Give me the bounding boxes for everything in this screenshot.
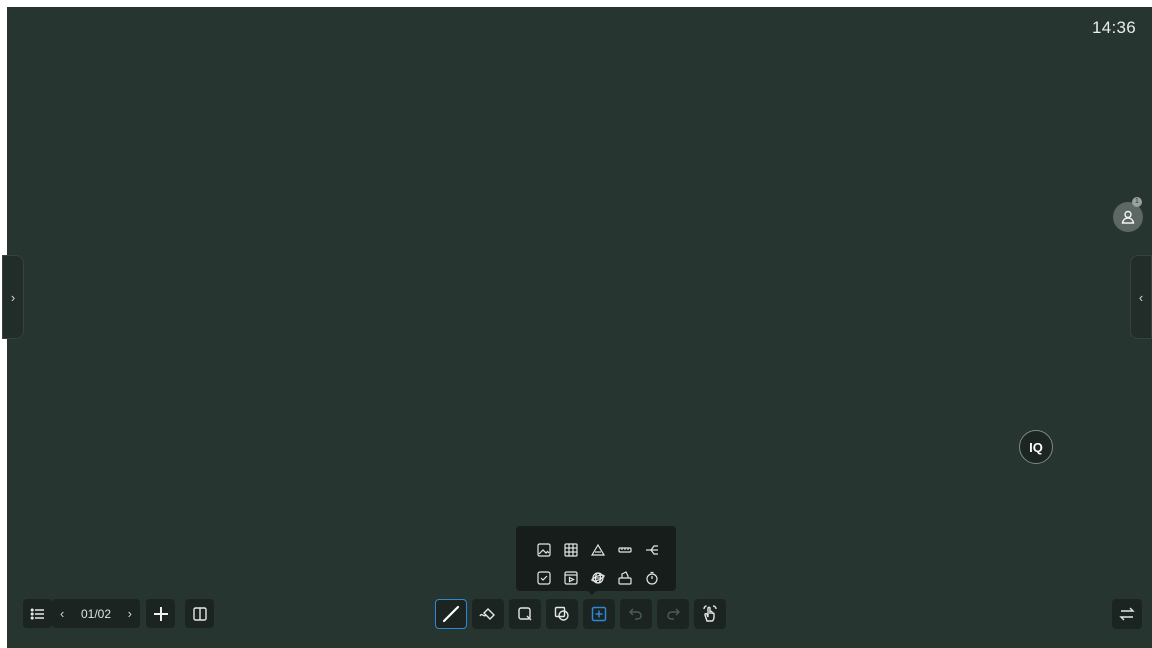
vote-icon — [618, 571, 632, 585]
insert-table-button[interactable] — [562, 541, 580, 559]
ruler-icon — [618, 543, 632, 557]
insert-mind-map-button[interactable] — [643, 541, 661, 559]
page-overview-button[interactable] — [185, 599, 214, 628]
menu-icon — [30, 606, 46, 622]
undo-button[interactable] — [620, 599, 652, 629]
chevron-right-icon: › — [10, 289, 16, 305]
media-icon — [564, 571, 578, 585]
gesture-button[interactable] — [694, 599, 726, 629]
popup-caret — [587, 590, 597, 595]
redo-button[interactable] — [657, 599, 689, 629]
undo-icon — [628, 606, 644, 622]
geometry-icon — [591, 543, 605, 557]
pen-tool-button[interactable] — [435, 599, 467, 629]
insert-vote-button[interactable] — [616, 569, 634, 587]
mind-map-icon — [645, 543, 659, 557]
iq-label: IQ — [1029, 439, 1043, 455]
globe-icon — [591, 571, 605, 585]
gesture-icon — [701, 605, 719, 623]
shape-tool-button[interactable] — [546, 599, 578, 629]
timer-icon — [645, 571, 659, 585]
page-navigator: ‹ 01/02 › — [52, 599, 140, 628]
insert-globe-button[interactable] — [589, 569, 607, 587]
right-panel-toggle[interactable]: ‹ — [1130, 255, 1152, 339]
left-panel-toggle[interactable]: › — [2, 255, 24, 339]
iq-assistant-button[interactable]: IQ — [1019, 430, 1053, 464]
quiz-icon — [537, 571, 551, 585]
insert-menu-popup — [516, 526, 676, 591]
add-page-button[interactable] — [146, 599, 175, 628]
chevron-left-icon: ‹ — [1138, 289, 1144, 305]
eraser-icon — [478, 606, 498, 622]
page-indicator: 01/02 — [80, 606, 112, 621]
insert-media-button[interactable] — [562, 569, 580, 587]
add-page-icon — [152, 605, 170, 623]
switch-icon — [1119, 606, 1135, 622]
shape-icon — [554, 606, 570, 622]
pen-icon — [441, 604, 461, 624]
clock: 14:36 — [1091, 18, 1136, 37]
insert-tool-button[interactable] — [583, 599, 615, 629]
redo-icon — [665, 606, 681, 622]
user-icon — [1120, 209, 1136, 225]
table-icon — [564, 543, 578, 557]
image-icon — [537, 543, 551, 557]
insert-quiz-button[interactable] — [535, 569, 553, 587]
participant-count-badge: 1 — [1132, 197, 1142, 207]
insert-image-button[interactable] — [535, 541, 553, 559]
insert-timer-button[interactable] — [643, 569, 661, 587]
select-icon — [517, 606, 533, 622]
switch-toolbar-button[interactable] — [1112, 599, 1142, 629]
insert-ruler-button[interactable] — [616, 541, 634, 559]
select-tool-button[interactable] — [509, 599, 541, 629]
insert-geometry-button[interactable] — [589, 541, 607, 559]
menu-button[interactable] — [23, 599, 52, 628]
next-page-button[interactable]: › — [128, 606, 132, 621]
page-overview-icon — [192, 606, 208, 622]
insert-icon — [591, 606, 607, 622]
previous-page-button[interactable]: ‹ — [60, 606, 64, 621]
eraser-tool-button[interactable] — [472, 599, 504, 629]
